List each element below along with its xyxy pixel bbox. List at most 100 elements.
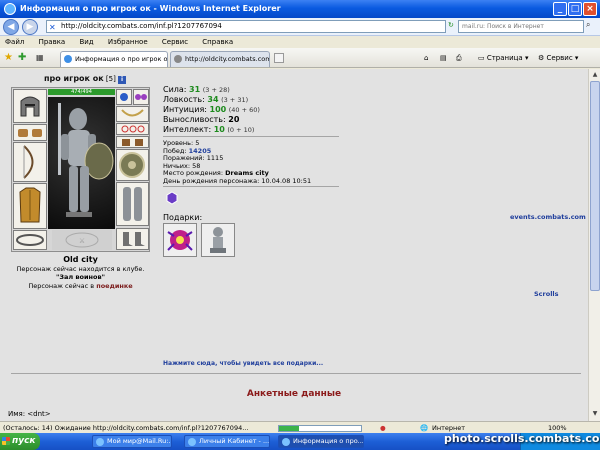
scrolls-link[interactable]: Scrolls: [534, 290, 559, 298]
tab-oldcity[interactable]: http://oldcity.combats.com/i...: [170, 51, 270, 67]
stat-endurance: Выносливость: 20: [163, 115, 240, 124]
ie-icon: [4, 3, 16, 15]
scroll-thumb[interactable]: [590, 81, 600, 291]
necklace-slot[interactable]: [116, 106, 149, 122]
bracers-icon: [18, 129, 42, 137]
minimize-button[interactable]: _: [553, 2, 567, 16]
leggings-icon: [123, 187, 142, 221]
search-icon[interactable]: ⌕: [586, 20, 598, 33]
taskbar-item-info[interactable]: Информация о про...: [278, 435, 364, 448]
address-url: http://oldcity.combats.com/inf.pl?120776…: [61, 22, 222, 30]
menu-edit[interactable]: Правка: [39, 38, 66, 46]
maximize-button[interactable]: □: [568, 2, 582, 16]
taskbar-item-cabinet[interactable]: Личный Кабинет - ...: [184, 435, 270, 448]
new-tab-button[interactable]: [274, 53, 284, 63]
gifts-label: Подарки:: [163, 213, 203, 222]
armor-slot[interactable]: [13, 183, 47, 229]
forward-arrow-icon[interactable]: ▶: [22, 19, 38, 35]
start-button[interactable]: пуск: [0, 433, 40, 450]
menu-file[interactable]: Файл: [5, 38, 24, 46]
statue-gift-icon: [210, 227, 226, 253]
tab-list-icon[interactable]: ▦: [36, 53, 44, 62]
stat-agility: Ловкость: 34 (3 + 31): [163, 95, 249, 104]
rings-slot[interactable]: [116, 123, 149, 135]
battle-status: Персонаж сейчас в поединке: [28, 281, 133, 290]
bow-icon: [23, 145, 34, 179]
print-icon[interactable]: ⎙: [456, 52, 462, 64]
windows-logo-icon: [2, 437, 10, 445]
back-arrow-icon[interactable]: ◀: [3, 19, 19, 35]
taskbar-item-mailru[interactable]: Мой мир@Mail.Ru:...: [92, 435, 172, 448]
detail-birthday: День рождения персонажа: 10.04.08 10:51: [163, 176, 312, 185]
refresh-icon[interactable]: ↻: [448, 21, 454, 29]
belt-slot[interactable]: [13, 230, 47, 250]
shield-slot[interactable]: [116, 149, 149, 181]
helmet-slot[interactable]: [13, 89, 47, 123]
form-name: Имя: <dnt>: [8, 410, 51, 418]
player-level: [5]: [105, 75, 116, 83]
tab-info[interactable]: Информация о про игрок ок: [60, 51, 168, 67]
menu-favorites[interactable]: Избранное: [108, 38, 148, 46]
helmet-icon: [20, 96, 40, 117]
scroll-up-icon[interactable]: ▲: [590, 70, 600, 80]
battle-link[interactable]: поединке: [96, 282, 132, 290]
gloves-icon: [122, 139, 143, 146]
close-button[interactable]: ×: [583, 2, 597, 16]
bracers-slot[interactable]: [13, 124, 47, 141]
watermark: photo.scrolls.combats.com: [444, 432, 600, 445]
gift-item[interactable]: [163, 223, 197, 257]
progress-bar: [278, 425, 362, 432]
menu-help[interactable]: Справка: [202, 38, 233, 46]
address-row: ◀ ▶ ✕ http://oldcity.combats.com/inf.pl?…: [0, 18, 600, 36]
clan-badge-icon: [166, 191, 178, 205]
see-all-gifts-link[interactable]: Нажмите сюда, чтобы увидеть все подарки.…: [163, 360, 323, 367]
site-icon: ✕: [49, 23, 56, 32]
city-name: Old city: [63, 255, 98, 264]
player-name: про игрок ок: [44, 74, 104, 83]
stat-strength: Сила: 31 (3 + 28): [163, 85, 230, 94]
stats-block: Сила: 31 (3 + 28) Ловкость: 34 (3 + 31) …: [163, 85, 260, 135]
home-icon[interactable]: ⌂: [424, 52, 428, 64]
address-input[interactable]: ✕ http://oldcity.combats.com/inf.pl?1207…: [46, 20, 446, 33]
necklace-icon: [121, 109, 144, 117]
player-details: Уровень: 5 Побед: 14205 Поражений: 1115 …: [163, 139, 312, 185]
divider: [163, 136, 339, 137]
earrings-slot[interactable]: [133, 89, 149, 105]
tools-menu[interactable]: ⚙ Сервис ▾: [538, 52, 578, 64]
earrings-icon: [135, 94, 147, 100]
armor-icon: [19, 187, 41, 223]
menu-view[interactable]: Вид: [79, 38, 93, 46]
location-line: Персонаж сейчас находится в клубе.: [16, 264, 145, 273]
gift-item[interactable]: [201, 223, 235, 257]
gloves-slot[interactable]: [116, 136, 149, 148]
favorites-star-icon[interactable]: ★: [4, 52, 13, 63]
menu-bar: Файл Правка Вид Избранное Сервис Справка: [0, 36, 600, 48]
window-title-bar[interactable]: Информация о про игрок ок - Windows Inte…: [0, 0, 600, 18]
vertical-scrollbar[interactable]: ▲ ▼: [588, 69, 600, 421]
stat-intuition: Интуиция: 100 (40 + 60): [163, 105, 260, 114]
search-input[interactable]: mail.ru: Поиск в Интернет: [458, 20, 584, 33]
ie-icon: [96, 438, 104, 446]
shield-icon: [119, 152, 145, 178]
location-info: Old city Персонаж сейчас находится в клу…: [11, 255, 150, 290]
boots-slot[interactable]: [116, 228, 149, 250]
scroll-down-icon[interactable]: ▼: [590, 409, 600, 419]
feeds-icon[interactable]: ▤: [440, 52, 447, 64]
player-header: про игрок ок [5] i: [44, 74, 127, 84]
divider: [163, 186, 339, 187]
flower-gift-icon: [167, 230, 193, 251]
emblem-icon: ⚔: [65, 232, 99, 248]
events-link[interactable]: events.combats.com: [510, 213, 586, 221]
ie-icon: [282, 438, 290, 446]
page-menu[interactable]: ▭ Страница ▾: [478, 52, 528, 64]
weapon-slot[interactable]: [13, 142, 47, 182]
club-name: "Зал воинов": [55, 273, 105, 281]
knight-figure-icon: [58, 103, 114, 217]
add-favorites-icon[interactable]: ✚: [18, 52, 26, 63]
leggings-slot[interactable]: [116, 182, 149, 226]
clan-badge[interactable]: [165, 191, 179, 205]
menu-tools[interactable]: Сервис: [162, 38, 188, 46]
amulet-slot[interactable]: [116, 89, 132, 105]
character-figure: [48, 97, 115, 229]
info-icon[interactable]: i: [118, 76, 127, 84]
